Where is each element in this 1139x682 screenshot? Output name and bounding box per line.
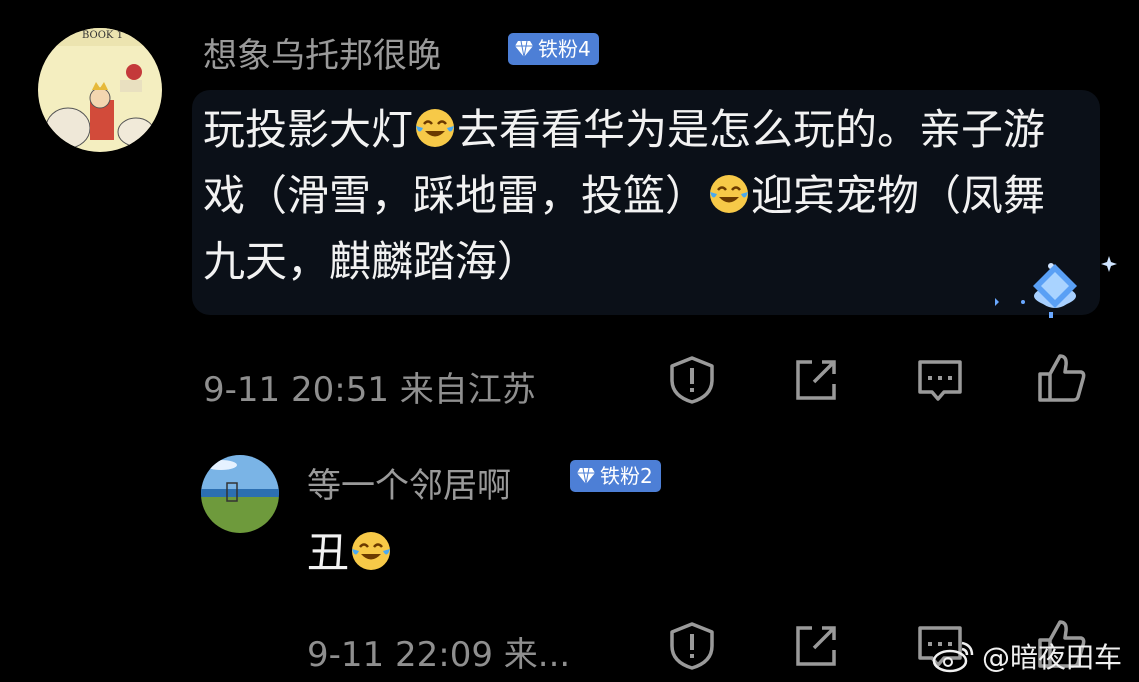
report-icon[interactable] — [666, 354, 718, 406]
reply-text-part: 丑 — [307, 528, 350, 577]
diamond-icon — [577, 467, 595, 485]
laugh-cry-emoji — [710, 175, 749, 213]
like-icon[interactable] — [1036, 352, 1088, 404]
badge-label: 铁粉2 — [600, 464, 653, 488]
comment-text-part: 玩投影大灯 — [203, 105, 414, 154]
avatar[interactable]: BOOK 1 — [38, 28, 162, 152]
svg-text:BOOK 1: BOOK 1 — [82, 30, 123, 41]
share-icon[interactable] — [790, 354, 842, 406]
watermark-text: @暗夜田车 — [982, 641, 1123, 674]
reply-username[interactable]: 等一个邻居啊 — [307, 458, 511, 507]
fan-badge[interactable]: 铁粉2 — [570, 460, 661, 492]
share-icon[interactable] — [790, 620, 842, 672]
comment-icon[interactable] — [914, 354, 966, 406]
diamond-icon — [515, 40, 533, 58]
report-icon[interactable] — [666, 620, 718, 672]
weibo-logo-icon — [932, 641, 974, 673]
comment-text: 玩投影大灯 去看看华为是怎么玩的。亲子游戏（滑雪，踩地雷，投篮） 迎宾宠物（凤舞九天… — [203, 97, 1083, 295]
laugh-cry-emoji — [416, 109, 455, 147]
comment-meta: 9-11 20:51 来自江苏 — [203, 370, 536, 410]
reply-meta: 9-11 22:09 来... — [307, 635, 571, 675]
comment-username[interactable]: 想象乌托邦很晚 — [203, 28, 441, 77]
fan-badge-decoration-icon — [995, 256, 1117, 318]
reply-avatar[interactable] — [201, 455, 279, 533]
badge-label: 铁粉4 — [538, 37, 591, 61]
laugh-cry-emoji — [352, 532, 391, 570]
watermark: @暗夜田车 — [932, 636, 1122, 676]
reply-text: 丑 — [307, 523, 393, 583]
fan-badge[interactable]: 铁粉4 — [508, 33, 599, 65]
